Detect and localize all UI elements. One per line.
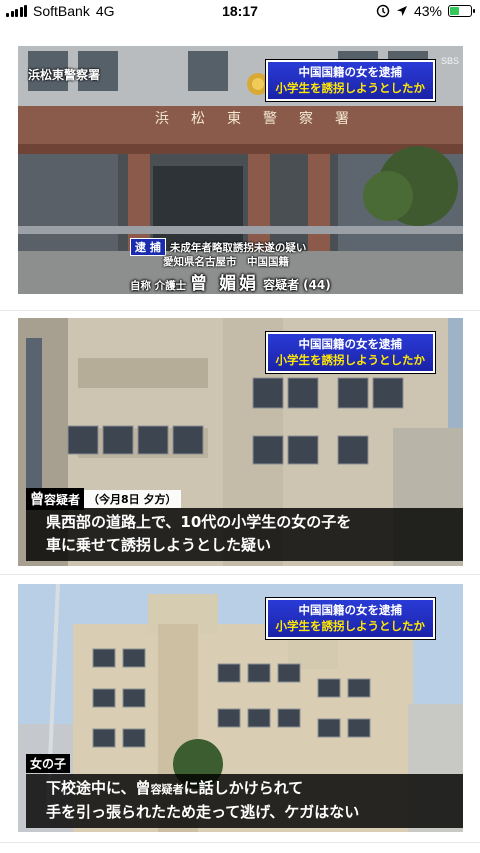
- subtitle-line1: 下校途中に、曾容疑者に話しかけられて: [46, 777, 455, 801]
- battery-percent: 43%: [413, 3, 442, 19]
- charge-text: 未成年者略取誘拐未遂の疑い: [169, 241, 307, 254]
- suspect-name: 曾 媚娟: [190, 274, 260, 294]
- channel-logo: SBS: [440, 56, 459, 66]
- suspect-lower-third: 逮 捕 未成年者略取誘拐未遂の疑い 愛知県名古屋市 中国国籍 自称 介護士 曾 …: [18, 236, 463, 294]
- suspect-suffix: 容疑者: [263, 278, 300, 292]
- subtitle-text: 県西部の道路上で、10代の小学生の女の子を 車に乗せて誘拐しようとした疑い: [26, 508, 463, 561]
- subtitle-line1-part3: に話しかけられて: [183, 779, 304, 797]
- subtitle-line2: 車に乗せて誘拐しようとした疑い: [46, 536, 272, 554]
- subtitle-line1-part2: 容疑者: [150, 783, 184, 796]
- status-right: 43%: [376, 3, 475, 19]
- suspect-subtitle: 曾容疑者 （今月8日 夕方） 県西部の道路上で、10代の小学生の女の子を 車に乗…: [18, 488, 463, 566]
- status-bar: SoftBank 4G 18:17 43%: [0, 0, 480, 24]
- arrest-badge: 逮 捕: [130, 238, 166, 256]
- location-arrow-icon: [396, 6, 407, 16]
- news-image-building-1[interactable]: 中国国籍の女を逮捕 小学生を誘拐しようとしたか 曾容疑者 （今月8日 夕方） 県…: [18, 318, 463, 566]
- suspect-occupation: 自称 介護士: [130, 280, 187, 292]
- speaker-date: （今月8日 夕方）: [84, 490, 181, 508]
- headline-line1: 中国国籍の女を逮捕: [298, 337, 403, 351]
- news-image-police-entrance[interactable]: 浜松東警察署 浜松東警察署 中国国籍の女を逮捕 小学生を誘拐しようとしたか SB…: [18, 46, 463, 294]
- speaker-badge: 曾容疑者: [26, 488, 85, 510]
- subtitle-line2: 手を引っ張られたため走って逃げ、ケガはない: [46, 803, 360, 821]
- divider: [0, 842, 480, 843]
- speaker-title: 容疑者: [44, 493, 81, 507]
- suspect-name-row: 自称 介護士 曾 媚娟 容疑者 (44): [130, 269, 331, 294]
- station-sign: 浜松東警察署: [155, 111, 371, 127]
- speaker-badge: 女の子: [26, 754, 71, 773]
- headline-line1: 中国国籍の女を逮捕: [298, 603, 403, 617]
- news-image-building-2[interactable]: 中国国籍の女を逮捕 小学生を誘拐しようとしたか 女の子 下校途中に、曾容疑者に話…: [18, 584, 463, 832]
- headline-line2: 小学生を誘拐しようとしたか: [275, 353, 426, 367]
- suspect-age: (44): [303, 278, 331, 292]
- suspect-address: 愛知県名古屋市 中国国籍: [163, 256, 289, 268]
- subtitle-text: 下校途中に、曾容疑者に話しかけられて 手を引っ張られたため走って逃げ、ケガはない: [26, 774, 463, 828]
- headline-line2: 小学生を誘拐しようとしたか: [275, 619, 426, 633]
- subtitle-line1-part1: 下校途中に、曾: [46, 779, 151, 797]
- orientation-lock-icon: [376, 4, 390, 18]
- victim-subtitle: 女の子 下校途中に、曾容疑者に話しかけられて 手を引っ張られたため走って逃げ、ケ…: [18, 754, 463, 832]
- headline-caption: 中国国籍の女を逮捕 小学生を誘拐しようとしたか: [265, 332, 435, 373]
- headline-caption: 中国国籍の女を逮捕 小学生を誘拐しようとしたか: [265, 598, 435, 639]
- speaker-name: 曾: [30, 492, 44, 508]
- speaker-tag: 女の子: [26, 754, 71, 773]
- battery-icon: [448, 5, 475, 17]
- headline-line1: 中国国籍の女を逮捕: [298, 65, 403, 79]
- headline-line2: 小学生を誘拐しようとしたか: [275, 81, 426, 95]
- divider: [0, 574, 480, 575]
- speaker-tag: 曾容疑者 （今月8日 夕方）: [26, 488, 181, 510]
- divider: [0, 310, 480, 311]
- station-tag: 浜松東警察署: [28, 68, 101, 82]
- subtitle-line1: 県西部の道路上で、10代の小学生の女の子を: [46, 513, 352, 531]
- headline-caption: 中国国籍の女を逮捕 小学生を誘拐しようとしたか: [265, 60, 435, 101]
